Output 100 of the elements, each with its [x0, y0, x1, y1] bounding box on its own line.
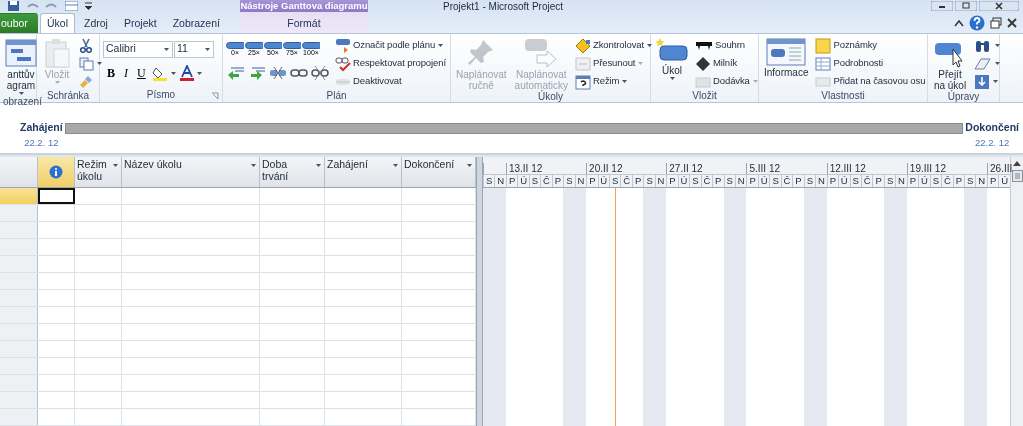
- ribbon-button[interactable]: Režim: [573, 73, 655, 90]
- timescale-cell: [483, 163, 506, 175]
- timescale-label: 27.II 12: [666, 163, 747, 175]
- format-button[interactable]: B: [103, 64, 119, 82]
- caret-icon[interactable]: [992, 79, 999, 84]
- split-task-icon: [269, 65, 287, 81]
- clipboard-icon: [42, 37, 72, 69]
- format-button[interactable]: I: [120, 64, 132, 82]
- ribbon-button[interactable]: Přejít na úkol: [931, 37, 969, 91]
- caret-icon[interactable]: [315, 162, 322, 168]
- vertical-scrollbar[interactable]: [1010, 157, 1023, 426]
- day-label: P: [551, 175, 564, 187]
- day-label: P: [952, 175, 965, 187]
- timeline-start-label: Zahájení: [20, 120, 63, 135]
- ribbon-tab[interactable]: Úkol: [40, 13, 75, 33]
- caret-icon[interactable]: [163, 46, 170, 52]
- day-label: Ú: [838, 175, 850, 187]
- day-label: P: [666, 175, 678, 187]
- contextual-tab-header: Nástroje Ganttova diagramu: [240, 0, 368, 12]
- ribbon-button[interactable]: Souhrn: [694, 37, 760, 54]
- caret-icon[interactable]: [466, 162, 473, 168]
- day-label: Č: [700, 175, 713, 187]
- ribbon-button[interactable]: Milník: [694, 55, 760, 72]
- ribbon-button[interactable]: Podrobnosti: [814, 55, 927, 72]
- ribbon-button[interactable]: Označit podle plánu: [334, 37, 447, 54]
- caret-icon[interactable]: [112, 162, 119, 168]
- day-label: P: [986, 175, 999, 187]
- milestone-icon: [695, 55, 711, 72]
- column-header[interactable]: Název úkolu: [122, 157, 260, 187]
- caret-icon[interactable]: [204, 46, 211, 52]
- close-icon[interactable]: [1007, 17, 1017, 28]
- scroll-up-icon[interactable]: [1013, 161, 1021, 166]
- ribbon-tab[interactable]: Zdroj: [77, 13, 115, 33]
- ribbon-button[interactable]: anttův agram: [3, 37, 39, 96]
- timeline-finish-date: 22.2. 12: [975, 135, 1010, 150]
- column-header[interactable]: Zahájení: [325, 157, 402, 187]
- group-label: Úkoly: [538, 91, 563, 102]
- group-label: obrazení: [3, 96, 42, 107]
- day-label: S: [528, 175, 541, 187]
- day-label: S: [609, 175, 621, 187]
- caret-icon[interactable]: [646, 43, 654, 48]
- day-label: P: [505, 175, 518, 187]
- file-tab[interactable]: oubor: [0, 13, 38, 33]
- day-label: P: [872, 175, 884, 187]
- information-card-icon: [766, 37, 807, 67]
- dropdown-field[interactable]: 11: [174, 40, 214, 58]
- active-cell[interactable]: [38, 188, 75, 204]
- ribbon-tab[interactable]: Formát: [280, 13, 328, 33]
- task-progress-icon: [335, 37, 351, 54]
- column-header[interactable]: [38, 157, 75, 187]
- caret-icon[interactable]: [169, 70, 177, 76]
- customize-menu-icon[interactable]: [84, 2, 93, 10]
- caret-icon[interactable]: [668, 76, 676, 81]
- icon-button[interactable]: [973, 55, 1002, 72]
- minimize-icon[interactable]: [931, 1, 953, 11]
- ribbon-button[interactable]: Informace: [762, 37, 811, 78]
- day-label: Ú: [597, 175, 609, 187]
- day-label: S: [964, 175, 976, 187]
- ribbon-button[interactable]: Respektovat propojení: [334, 55, 447, 72]
- day-label: P: [631, 175, 644, 187]
- scroll-thumb[interactable]: [1011, 170, 1023, 182]
- close-icon[interactable]: [979, 1, 1019, 11]
- dropdown-field[interactable]: Calibri: [103, 40, 173, 58]
- note-icon: [815, 37, 832, 54]
- ribbon-tab[interactable]: Projekt: [116, 13, 164, 33]
- caret-icon[interactable]: [621, 79, 629, 84]
- caret-icon[interactable]: [96, 61, 103, 66]
- ribbon-button[interactable]: Zkontrolovat: [573, 37, 655, 54]
- collapse-ribbon-icon[interactable]: [954, 18, 964, 27]
- restore-window-icon[interactable]: [990, 16, 1002, 29]
- ribbon-tab[interactable]: Zobrazení: [165, 13, 227, 33]
- caret-icon[interactable]: [994, 61, 1001, 66]
- day-label: S: [883, 175, 896, 187]
- icon-button[interactable]: [268, 64, 288, 82]
- icon-button[interactable]: [310, 64, 330, 82]
- indent-icon: [248, 66, 266, 80]
- day-label: P: [906, 175, 919, 187]
- format-button[interactable]: U: [133, 64, 150, 82]
- caret-icon[interactable]: [17, 91, 25, 96]
- help-icon[interactable]: [969, 14, 985, 31]
- details-grid-icon: [815, 55, 832, 72]
- caret-icon[interactable]: [392, 162, 399, 168]
- ribbon-button[interactable]: Poznámky: [814, 37, 927, 54]
- dialog-launcher-icon[interactable]: [211, 92, 219, 100]
- day-label: Č: [540, 175, 552, 187]
- caret-icon[interactable]: [250, 162, 257, 168]
- outdent-icon: [227, 66, 245, 80]
- caret-icon[interactable]: [437, 43, 445, 48]
- caret-icon[interactable]: [195, 70, 203, 76]
- caret-icon[interactable]: [994, 43, 1001, 48]
- icon-button[interactable]: [178, 64, 204, 82]
- day-label: P: [746, 175, 758, 187]
- view-icon[interactable]: [65, 1, 78, 11]
- day-label: S: [689, 175, 701, 187]
- column-header[interactable]: Režim úkolu: [75, 157, 122, 187]
- eraser-icon: [974, 56, 992, 71]
- day-label: N: [895, 175, 907, 187]
- ribbon-button[interactable]: Úkol: [654, 37, 690, 81]
- day-label: N: [494, 175, 506, 187]
- column-header[interactable]: Doba trvání: [260, 157, 325, 187]
